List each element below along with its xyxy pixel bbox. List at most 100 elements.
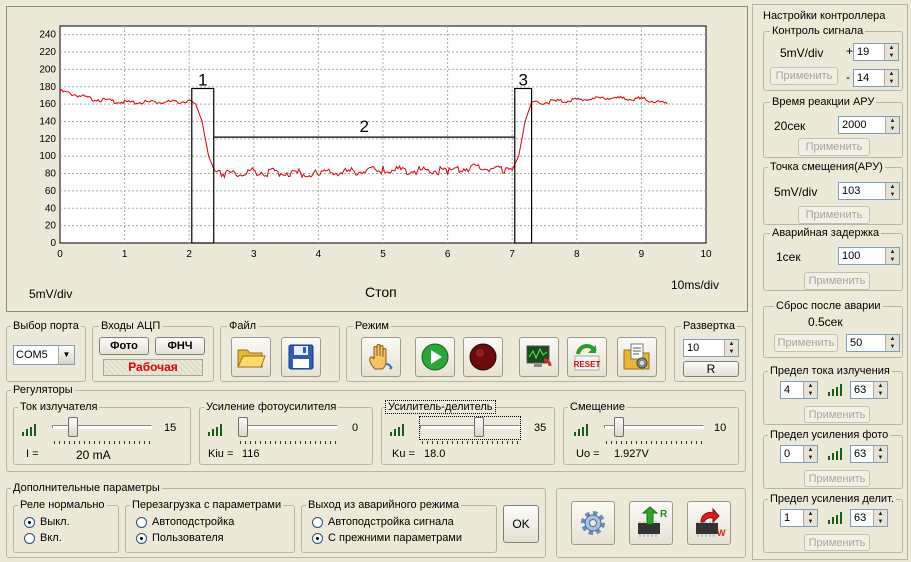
save-button[interactable] [281, 337, 321, 377]
reload-user-radio[interactable]: Пользователя [136, 532, 224, 544]
spinner-arrows-icon[interactable]: ▲ ▼ [885, 183, 899, 199]
lpf-input-button[interactable]: ФНЧ [155, 337, 205, 355]
divider-amp-group: Усилитель-делитель 35 Ku = 18.0 [381, 400, 555, 465]
y-tick-label: 60 [45, 186, 57, 197]
emitter-current-slider[interactable] [52, 417, 152, 444]
read-chip-button[interactable]: R [629, 501, 673, 545]
regulators-group: Регуляторы Ток излучателя 15 I = 20 mA У… [6, 384, 746, 472]
port-group: Выбор порта COM5 ▼ [6, 320, 86, 382]
relay-group: Реле нормально Выкл. Вкл. [13, 499, 119, 553]
play-button[interactable] [415, 337, 455, 377]
folder-settings-icon [623, 343, 650, 370]
signal-low-spinner[interactable]: 14 ▲ ▼ [853, 69, 899, 87]
emitter-readout-label: I = [26, 448, 39, 460]
x-tick-label: 4 [316, 249, 322, 260]
device-settings-button[interactable] [571, 501, 615, 545]
photo-limit-low-spinner[interactable]: 0 ▲ ▼ [780, 445, 818, 463]
photo-limit-apply-button[interactable]: Применить [804, 470, 870, 487]
relay-off-radio[interactable]: Выкл. [24, 516, 70, 528]
spinner-arrows-icon[interactable]: ▲ ▼ [884, 70, 898, 86]
photo-limit-high-spinner[interactable]: 63 ▲ ▼ [850, 445, 888, 463]
spinner-arrows-icon[interactable]: ▲ ▼ [873, 510, 887, 526]
alarm-reset-apply-button[interactable]: Применить [774, 334, 838, 352]
slider-thumb[interactable] [614, 417, 624, 437]
photo-limit-high-value: 63 [854, 448, 867, 460]
signal-high-spinner[interactable]: 19 ▲ ▼ [853, 43, 899, 61]
slider-thumb[interactable] [238, 417, 248, 437]
port-select[interactable]: COM5 ▼ [13, 345, 75, 365]
reload-auto-radio[interactable]: Автоподстройка [136, 516, 234, 528]
spinner-arrows-icon[interactable]: ▲ ▼ [885, 117, 899, 133]
div-limit-title: Предел усиления делит. [768, 493, 896, 505]
spinner-arrows-icon[interactable]: ▲ ▼ [873, 382, 887, 398]
photo-amp-slider[interactable] [238, 417, 338, 444]
slider-thumb[interactable] [68, 417, 78, 437]
photo-input-button[interactable]: Фото [99, 337, 149, 355]
agc-time-apply-button[interactable]: Применить [798, 138, 870, 156]
signal-apply-button[interactable]: Применить [770, 67, 838, 85]
emit-limit-low-spinner[interactable]: 4 ▲ ▼ [780, 381, 818, 399]
alarm-exit-group: Выход из аварийного режима Автоподстройк… [301, 499, 497, 553]
divider-amp-value: 35 [534, 422, 547, 434]
scale-right-label: 10ms/div [671, 278, 720, 292]
chevron-down-icon[interactable]: ▼ [58, 346, 74, 364]
write-chip-button[interactable]: W [687, 501, 731, 545]
agc-offset-apply-button[interactable]: Применить [798, 206, 870, 224]
alarm-delay-spinner[interactable]: 100 ▲ ▼ [838, 247, 900, 265]
plus-sign: + [846, 44, 854, 58]
settings-folder-button[interactable] [617, 337, 657, 377]
signal-level-icon [828, 384, 844, 396]
extra-params-group: Дополнительные параметры Реле нормально … [6, 482, 546, 558]
sweep-title: Развертка [681, 320, 737, 332]
alarm-delay-label: 1сек [776, 250, 801, 264]
x-tick-label: 0 [57, 249, 63, 260]
record-button[interactable] [463, 337, 503, 377]
exit-prev-radio[interactable]: С прежними параметрами [312, 532, 462, 544]
file-title: Файл [227, 320, 259, 332]
spinner-arrows-icon[interactable]: ▲ ▼ [884, 44, 898, 60]
reset-button[interactable]: RESET [567, 337, 607, 377]
spinner-arrows-icon[interactable]: ▲ ▼ [724, 340, 738, 356]
div-limit-high-spinner[interactable]: 63 ▲ ▼ [850, 509, 888, 527]
spinner-arrows-icon[interactable]: ▲ ▼ [803, 446, 817, 462]
div-limit-apply-button[interactable]: Применить [804, 534, 870, 551]
offset-slider[interactable] [604, 417, 704, 444]
relay-off-label: Выкл. [40, 516, 70, 528]
div-limit-low-spinner[interactable]: 1 ▲ ▼ [780, 509, 818, 527]
extra-params-title: Дополнительные параметры [11, 482, 162, 494]
radio-dot-icon [136, 532, 147, 544]
alarm-reset-group: Сброс после аварии 0.5сек Применить 50 ▲ ▼ [763, 300, 903, 358]
floppy-disk-icon [288, 344, 314, 370]
signal-high-value: 19 [857, 46, 870, 58]
slider-thumb[interactable] [474, 417, 484, 437]
alarm-reset-spinner[interactable]: 50 ▲ ▼ [846, 334, 900, 352]
exit-auto-radio[interactable]: Автоподстройка сигнала [312, 516, 454, 528]
agc-offset-spinner[interactable]: 103 ▲ ▼ [838, 182, 900, 200]
exit-auto-label: Автоподстройка сигнала [328, 516, 454, 528]
divider-readout-label: Ku = [392, 448, 415, 460]
emit-limit-high-spinner[interactable]: 63 ▲ ▼ [850, 381, 888, 399]
port-title: Выбор порта [11, 320, 81, 332]
spinner-arrows-icon[interactable]: ▲ ▼ [803, 382, 817, 398]
divider-amp-slider[interactable] [419, 416, 521, 444]
alarm-delay-title: Аварийная задержка [770, 227, 882, 239]
spinner-arrows-icon[interactable]: ▲ ▼ [885, 335, 899, 351]
marker-label: 2 [360, 117, 369, 136]
relay-on-radio[interactable]: Вкл. [24, 532, 62, 544]
alarm-delay-apply-button[interactable]: Применить [804, 272, 870, 290]
controller-panel: Настройки контроллера Контроль сигнала 5… [752, 4, 908, 560]
sweep-spinner[interactable]: 10 ▲ ▼ [683, 339, 739, 357]
agc-time-spinner[interactable]: 2000 ▲ ▼ [838, 116, 900, 134]
emit-limit-apply-button[interactable]: Применить [804, 406, 870, 423]
ok-button[interactable]: OK [503, 505, 539, 543]
spinner-arrows-icon[interactable]: ▲ ▼ [873, 446, 887, 462]
sweep-reset-button[interactable]: R [683, 361, 739, 377]
open-folder-button[interactable] [231, 337, 271, 377]
x-tick-label: 8 [574, 249, 580, 260]
spinner-arrows-icon[interactable]: ▲ ▼ [803, 510, 817, 526]
scope-chart[interactable]: 0 1 2 3 4 5 6 7 8 9 100204060801001201401601802002… [7, 7, 747, 311]
reload-group: Перезагрузка с параметрами Автоподстройк… [125, 499, 295, 553]
monitor-button[interactable] [519, 337, 559, 377]
manual-mode-button[interactable] [361, 337, 401, 377]
spinner-arrows-icon[interactable]: ▲ ▼ [885, 248, 899, 264]
